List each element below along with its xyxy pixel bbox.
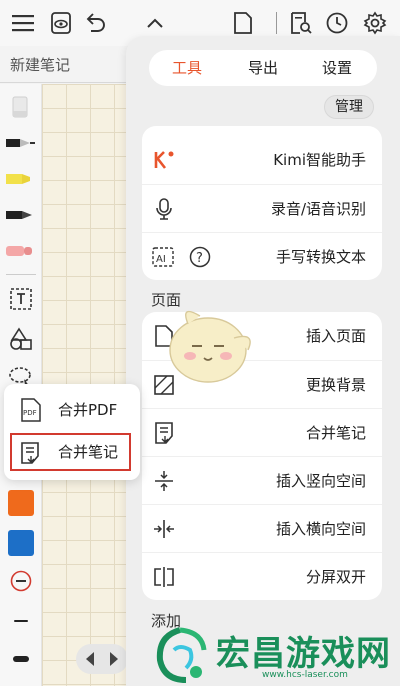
chevron-up-icon[interactable] [140,8,170,38]
undo-icon[interactable] [80,8,110,38]
split-screen-row[interactable]: 分屏双开 [142,552,382,600]
svg-text:AI: AI [156,254,166,265]
mascot-sticker [160,302,260,392]
handwriting-to-text-label: 手写转换文本 [275,248,366,266]
handwriting-to-text-row[interactable]: AI? 手写转换文本 [142,232,382,280]
voice-recognition-row[interactable]: 录音/语音识别 [142,184,382,232]
vertical-space-icon [152,469,176,493]
selection-highlight [10,433,131,471]
split-screen-icon [152,565,176,589]
page-nav [76,644,128,674]
watermark-logo [150,626,212,686]
tab-settings[interactable]: 设置 [307,50,367,86]
microphone-icon [152,197,176,221]
page-icon[interactable] [228,8,258,38]
change-background-label: 更换背景 [305,376,366,394]
note-title[interactable]: 新建笔记 [10,54,70,75]
strip-divider [6,274,36,275]
toolbar-divider [276,12,277,34]
watermark-url: www.hcs-laser.com [262,670,348,680]
tab-tools[interactable]: 工具 [157,50,217,86]
title-divider [0,82,140,83]
insert-horizontal-space-row[interactable]: 插入横向空间 [142,504,382,552]
highlighter-icon[interactable] [6,164,36,194]
clock-icon[interactable] [322,8,352,38]
insert-vertical-space-label: 插入竖向空间 [275,472,366,490]
watermark-text: 宏昌游戏网 [216,634,391,674]
svg-text:PDF: PDF [23,409,37,417]
menu-icon[interactable] [8,8,38,38]
insert-page-label: 插入页面 [305,327,366,345]
insert-horizontal-space-label: 插入横向空间 [275,520,366,538]
fountain-pen-icon[interactable] [6,128,36,158]
ai-handwriting-icon: AI? [152,245,212,269]
pdf-icon: PDF [20,398,42,426]
merge-notes-icon [152,421,176,445]
color-swatch-blue[interactable] [8,530,34,556]
tab-export[interactable]: 导出 [233,50,293,86]
stroke-thin-icon[interactable] [6,606,36,636]
merge-notes-row[interactable]: 合并笔记 [142,408,382,456]
kimi-assistant-row[interactable]: Kimi智能助手 [142,136,382,184]
stroke-width-minus-icon[interactable] [6,566,36,596]
stroke-thick-icon[interactable] [6,644,36,674]
merge-pdf-item[interactable]: 合并PDF [58,392,117,428]
next-page-icon[interactable] [108,651,120,671]
svg-text:?: ? [196,251,203,266]
color-swatch-orange[interactable] [8,490,34,516]
insert-vertical-space-row[interactable]: 插入竖向空间 [142,456,382,504]
text-box-icon[interactable] [6,284,36,314]
kimi-assistant-label: Kimi智能助手 [273,151,366,169]
panel-tabs: 工具 导出 设置 [149,50,377,86]
brush-icon[interactable] [6,236,36,266]
ai-tools-card: Kimi智能助手 录音/语音识别 AI? 手写转换文本 [142,126,382,280]
split-screen-label: 分屏双开 [305,568,366,586]
merge-notes-label: 合并笔记 [305,424,366,442]
horizontal-space-icon [152,517,176,541]
manage-button[interactable]: 管理 [324,95,374,119]
voice-recognition-label: 录音/语音识别 [270,200,366,218]
search-doc-icon[interactable] [286,8,316,38]
marker-pen-icon[interactable] [6,200,36,230]
eye-icon[interactable] [46,8,76,38]
gear-icon[interactable] [360,8,390,38]
shapes-icon[interactable] [6,324,36,354]
kimi-icon [152,148,176,172]
eraser-tool-icon[interactable] [6,92,36,122]
prev-page-icon[interactable] [84,651,96,671]
